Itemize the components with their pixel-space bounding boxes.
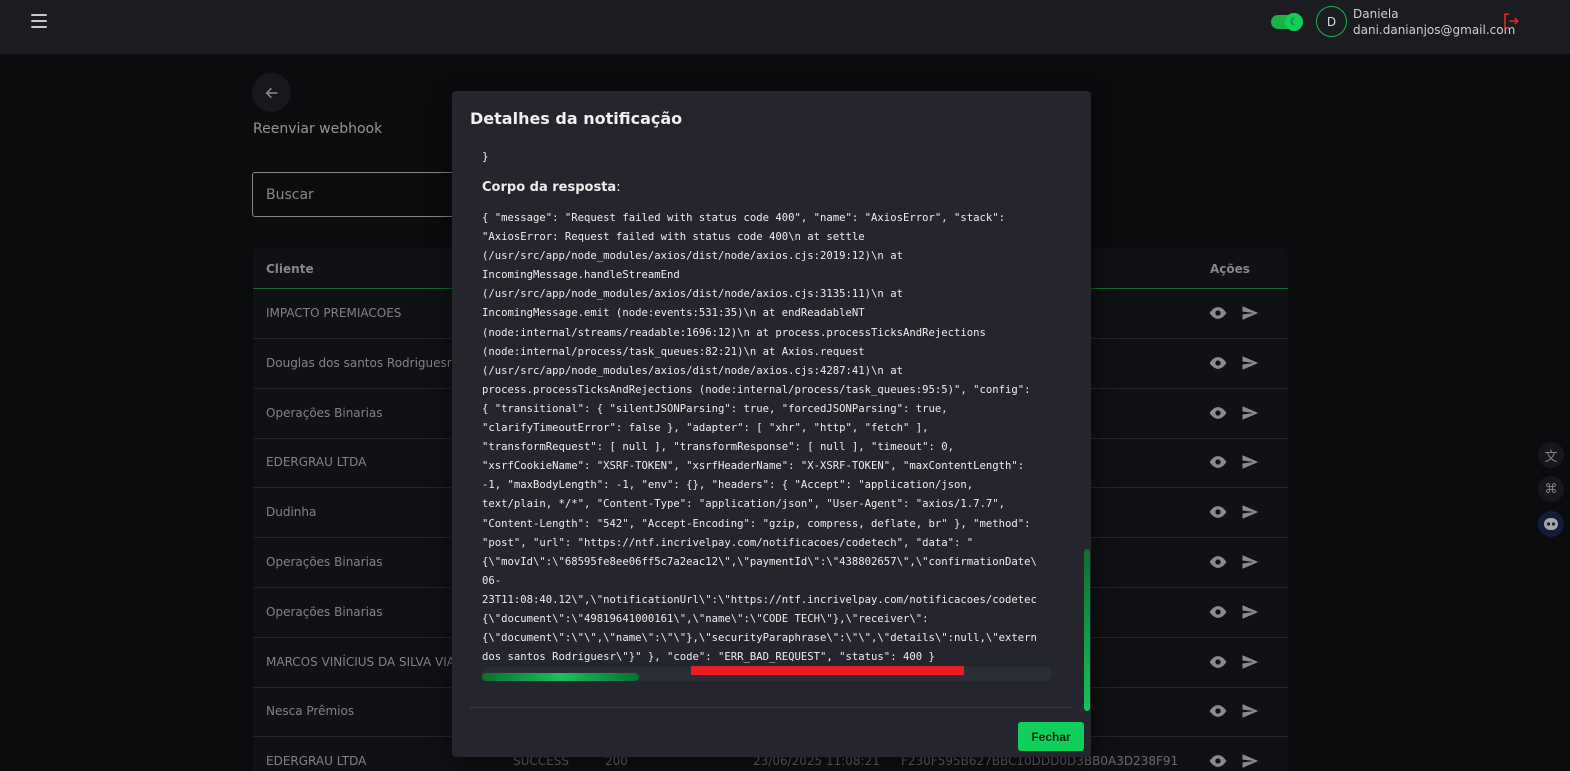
code-line: 23T11:08:40.12\",\"notificationUrl\":\"h…: [482, 593, 1037, 606]
code-line: text/plain, */*", "Content-Type": "appli…: [482, 498, 1005, 511]
highlight-mark: [691, 666, 964, 675]
vertical-scrollbar-thumb[interactable]: [1084, 549, 1090, 711]
code-line: { "message": "Request failed with status…: [482, 212, 1005, 224]
theme-toggle[interactable]: ☾: [1271, 13, 1303, 31]
code-line: "post", "url": "https://ntf.incrivelpay.…: [482, 536, 974, 549]
code-line: IncomingMessage.handleStreamEnd: [482, 269, 680, 282]
code-line: -1, "maxBodyLength": -1, "env": {}, "hea…: [482, 479, 974, 492]
code-line: (node:internal/process/task_queues:82:21…: [482, 345, 865, 358]
theme-toggle-icon: ☾: [1285, 13, 1303, 31]
menu-icon[interactable]: [31, 14, 47, 28]
code-line: "xsrfCookieName": "XSRF-TOKEN", "xsrfHea…: [482, 460, 1025, 473]
code-line: IncomingMessage.emit (node:events:531:35…: [482, 307, 865, 320]
logout-icon[interactable]: [1502, 12, 1520, 30]
code-line: {\"document\":\"\",\"name\":\"\"},\"secu…: [482, 632, 1037, 645]
code-line: {\"document\":\"49819641000161\",\"name\…: [482, 612, 929, 625]
close-button[interactable]: Fechar: [1018, 722, 1084, 751]
notification-details-modal: Detalhes da notificação } Corpo da respo…: [452, 91, 1091, 757]
modal-body: } Corpo da resposta: { "message": "Reque…: [470, 147, 1073, 707]
code-line: {\"movId\":\"68595fe8ee06ff5c7a2eac12\",…: [482, 555, 1037, 568]
vertical-scrollbar[interactable]: [1084, 149, 1090, 711]
code-line: (/usr/src/app/node_modules/axios/dist/no…: [482, 288, 903, 301]
response-body-code: { "message": "Request failed with status…: [482, 209, 1052, 667]
code-line: (node:internal/streams/readable:1696:12)…: [482, 326, 986, 339]
modal-title: Detalhes da notificação: [470, 109, 683, 128]
code-line: "AxiosError: Request failed with status …: [482, 231, 865, 244]
code-line: "clarifyTimeoutError": false }, "adapter…: [482, 422, 929, 435]
code-line: process.processTicksAndRejections (node:…: [482, 383, 1031, 396]
code-line: "transformRequest": [ null ], "transform…: [482, 441, 954, 454]
response-body-label-text: Corpo da resposta: [482, 180, 617, 195]
code-line: { "transitional": { "silentJSONParsing":…: [482, 402, 948, 415]
code-line: "Content-Length": "542", "Accept-Encodin…: [482, 517, 1031, 530]
user-name: Daniela: [1353, 7, 1399, 21]
code-line: 06-: [482, 574, 502, 587]
response-body-label: Corpo da resposta:: [482, 180, 621, 195]
user-email: dani.danianjos@gmail.com: [1353, 23, 1516, 37]
avatar[interactable]: D: [1316, 6, 1347, 37]
top-bar: ☾ D Daniela dani.danianjos@gmail.com: [0, 0, 1570, 54]
code-line: (/usr/src/app/node_modules/axios/dist/no…: [482, 250, 903, 263]
code-line: dos santos Rodriguesr\"}" }, "code": "ER…: [482, 651, 935, 664]
closing-brace: }: [482, 150, 489, 163]
horizontal-scrollbar-thumb[interactable]: [482, 673, 639, 681]
response-body-label-colon: :: [616, 180, 621, 195]
code-line: (/usr/src/app/node_modules/axios/dist/no…: [482, 364, 903, 377]
modal-footer-divider: [470, 707, 1073, 708]
